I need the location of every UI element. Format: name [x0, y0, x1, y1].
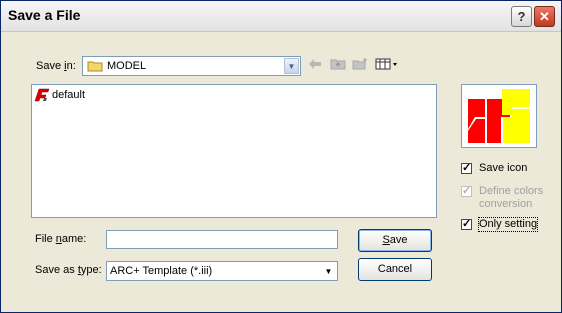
file-list[interactable]: default [31, 84, 437, 218]
dialog-title: Save a File [8, 7, 81, 23]
save-in-value: MODEL [107, 60, 147, 72]
file-name: default [52, 89, 86, 101]
save-in-label: Save in: [36, 60, 76, 72]
save-button[interactable]: Save [358, 229, 432, 252]
file-name-label: File name: [35, 233, 87, 245]
back-arrow-icon[interactable] [308, 58, 322, 70]
save-icon-label: Save icon [479, 162, 528, 174]
cancel-button[interactable]: Cancel [358, 258, 432, 281]
file-name-input[interactable] [106, 230, 338, 249]
save-icon-option[interactable]: ✓ Save icon [461, 162, 527, 175]
only-setting-option[interactable]: ✓ Only setting [461, 217, 539, 232]
new-folder-icon[interactable] [352, 58, 368, 70]
view-menu-icon[interactable] [375, 58, 399, 70]
up-folder-icon[interactable] [330, 58, 346, 70]
save-file-dialog: Save a File ? ✕ Save in: MODEL ▼ default… [0, 0, 562, 313]
list-item[interactable]: default [34, 88, 85, 102]
template-preview-image [468, 89, 530, 143]
save-as-type-label: Save as type: [35, 264, 102, 276]
dialog-body: Save in: MODEL ▼ default ✓ Save icon ✓ D… [5, 32, 557, 308]
chevron-down-icon[interactable]: ▼ [321, 263, 336, 279]
define-colors-option: ✓ Define colors conversion [461, 185, 543, 211]
save-as-type-value: ARC+ Template (*.iii) [110, 265, 213, 277]
save-as-type-select[interactable]: ARC+ Template (*.iii) ▼ [106, 261, 338, 281]
checkmark-icon: ✓ [462, 162, 472, 174]
help-button[interactable]: ? [511, 6, 532, 27]
define-colors-checkbox: ✓ [461, 185, 472, 197]
folder-icon [87, 61, 103, 72]
checkmark-icon: ✓ [462, 218, 472, 230]
icon-preview [461, 84, 537, 148]
save-icon-checkbox[interactable]: ✓ [461, 162, 472, 174]
title-bar[interactable]: Save a File ? ✕ [1, 1, 561, 32]
checkmark-icon: ✓ [462, 185, 472, 197]
close-button[interactable]: ✕ [534, 6, 555, 27]
only-setting-checkbox[interactable]: ✓ [461, 218, 472, 230]
arc-template-icon [34, 88, 50, 102]
save-in-combo[interactable]: MODEL ▼ [82, 56, 301, 76]
only-setting-label: Only setting [477, 217, 539, 232]
save-in-dropdown-button[interactable]: ▼ [284, 58, 299, 74]
define-colors-label: Define colors conversion [479, 185, 544, 210]
